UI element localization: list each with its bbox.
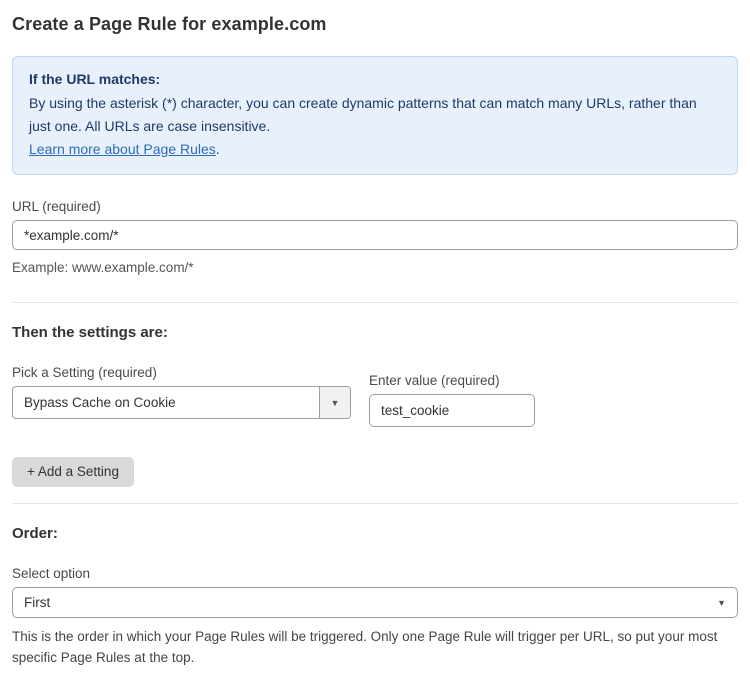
page-rule-form: Create a Page Rule for example.com If th…	[0, 0, 750, 688]
order-select-label: Select option	[12, 566, 738, 581]
chevron-down-icon: ▼	[717, 598, 726, 608]
page-title: Create a Page Rule for example.com	[12, 14, 738, 35]
url-field-label: URL (required)	[12, 199, 738, 214]
order-section-heading: Order:	[12, 525, 738, 542]
info-box-heading: If the URL matches:	[29, 68, 721, 91]
link-period: .	[216, 141, 220, 157]
setting-value-label: Enter value (required)	[369, 373, 535, 388]
setting-picker-label: Pick a Setting (required)	[12, 365, 351, 380]
add-setting-button[interactable]: + Add a Setting	[12, 457, 134, 487]
chevron-down-icon: ▼	[331, 398, 340, 408]
url-input[interactable]	[12, 220, 738, 250]
order-select[interactable]: First ▼	[12, 587, 738, 618]
divider-after-url	[12, 302, 738, 303]
url-example-text: Example: www.example.com/*	[12, 257, 738, 278]
setting-select-value: Bypass Cache on Cookie	[13, 387, 319, 418]
setting-select-arrow-button[interactable]: ▼	[319, 387, 350, 418]
divider-after-settings	[12, 503, 738, 504]
settings-section-heading: Then the settings are:	[12, 324, 738, 341]
info-box-link-line: Learn more about Page Rules.	[29, 138, 721, 161]
info-box-body: By using the asterisk (*) character, you…	[29, 92, 721, 138]
setting-value-input[interactable]	[369, 394, 535, 427]
learn-more-link[interactable]: Learn more about Page Rules	[29, 141, 216, 157]
setting-picker-column: Pick a Setting (required) Bypass Cache o…	[12, 341, 351, 419]
order-select-value: First	[24, 595, 50, 610]
setting-select[interactable]: Bypass Cache on Cookie ▼	[12, 386, 351, 419]
settings-row: Pick a Setting (required) Bypass Cache o…	[12, 341, 738, 427]
setting-value-column: Enter value (required)	[369, 349, 535, 427]
add-setting-wrap: + Add a Setting	[12, 457, 738, 487]
order-help-text: This is the order in which your Page Rul…	[12, 626, 732, 668]
url-match-info-box: If the URL matches: By using the asteris…	[12, 56, 738, 175]
